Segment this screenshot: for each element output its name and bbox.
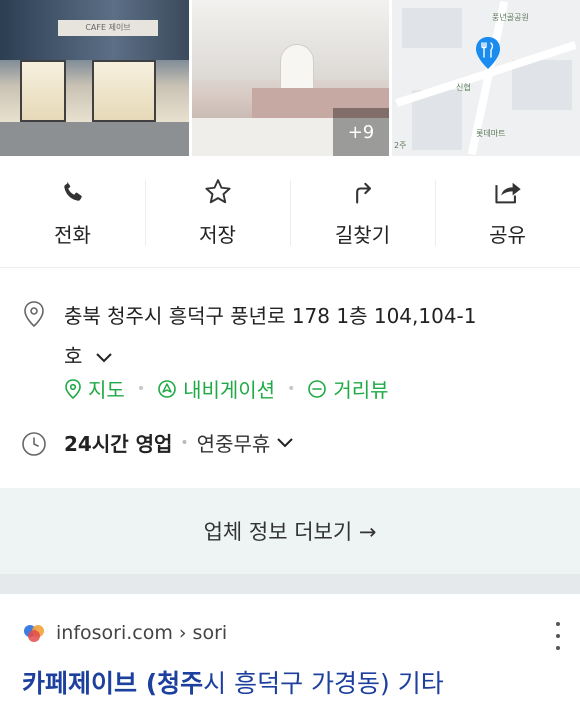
hours-sub: 연중무휴 <box>196 432 271 456</box>
clock-icon <box>22 432 46 456</box>
address-line1: 충북 청주시 흥덕구 풍년로 178 1층 104,104-1 <box>64 304 477 328</box>
address[interactable]: 충북 청주시 흥덕구 풍년로 178 1층 104,104-1 호 <box>64 296 554 376</box>
result-site[interactable]: infosori.com › sori <box>22 622 227 644</box>
result-title-link[interactable]: 카페제이브 (청주시 흥덕구 가경동) 기타 <box>22 664 444 700</box>
directions-icon <box>348 177 378 207</box>
share-icon <box>493 177 523 207</box>
cafe-exterior-photo[interactable]: CAFE 제이브 <box>0 0 189 156</box>
map-block <box>512 60 572 110</box>
place-info: 충북 청주시 흥덕구 풍년로 178 1층 104,104-1 호 지도 • 내… <box>0 270 580 488</box>
result-title-rest: 시 흥덕구 가경동) 기타 <box>203 669 444 698</box>
map-pin-icon <box>65 378 81 399</box>
save-label: 저장 <box>199 223 236 247</box>
chevron-down-icon <box>277 437 293 447</box>
map-park-label: 풍년골공원 <box>492 13 529 22</box>
call-label: 전화 <box>54 223 91 247</box>
location-pin-icon <box>24 301 44 328</box>
storefront-door <box>92 60 156 122</box>
directions-button[interactable]: 길찾기 <box>290 158 435 267</box>
cafe-sign: CAFE 제이브 <box>58 20 158 36</box>
navigation-link[interactable]: 내비게이션 <box>157 374 275 403</box>
navigation-link-label: 내비게이션 <box>183 378 276 402</box>
separator-dot: • <box>136 380 146 397</box>
interior-arch <box>280 44 314 94</box>
map-link-label: 지도 <box>88 378 125 402</box>
hours-main: 24시간 영업 <box>64 432 173 456</box>
phone-icon <box>58 177 88 207</box>
map-corner-label: 2주 <box>394 141 407 150</box>
street-view-link-label: 거리뷰 <box>333 378 389 402</box>
more-options-icon[interactable] <box>553 622 563 650</box>
address-line2: 호 <box>64 344 83 368</box>
street-view-link[interactable]: 거리뷰 <box>307 374 389 403</box>
action-bar: 전화 저장 길찾기 공유 <box>0 158 580 268</box>
map-block <box>402 8 462 48</box>
save-button[interactable]: 저장 <box>145 158 290 267</box>
cafe-interior-photo[interactable]: +9 <box>192 0 389 156</box>
more-photos-badge[interactable]: +9 <box>333 108 389 156</box>
map-thumbnail[interactable]: 풍년골공원 신협 롯데마트 2주 <box>392 0 580 156</box>
search-result: infosori.com › sori 카페제이브 (청주시 흥덕구 가경동) … <box>0 594 580 712</box>
navigation-icon <box>158 379 176 398</box>
map-pin-icon <box>476 37 500 69</box>
more-info-button[interactable]: 업체 정보 더보기 → <box>0 488 580 574</box>
site-favicon-icon <box>24 625 44 642</box>
separator-dot: • <box>180 434 189 451</box>
storefront-window <box>20 60 66 122</box>
map-station-label: 신협 <box>456 83 471 92</box>
street-view-icon <box>308 379 327 398</box>
sidewalk <box>0 122 189 156</box>
chevron-down-icon[interactable] <box>95 352 113 364</box>
business-hours[interactable]: 24시간 영업 • 연중무휴 <box>64 428 294 457</box>
result-title-bold: 카페제이브 (청주 <box>22 669 204 698</box>
star-icon <box>203 177 233 207</box>
map-mart-label: 롯데마트 <box>476 129 506 138</box>
share-button[interactable]: 공유 <box>435 158 580 267</box>
map-link[interactable]: 지도 <box>64 374 125 403</box>
map-links: 지도 • 내비게이션 • 거리뷰 <box>64 374 389 403</box>
section-divider <box>0 574 580 594</box>
share-label: 공유 <box>489 223 526 247</box>
site-url: infosori.com › sori <box>56 622 228 644</box>
directions-label: 길찾기 <box>334 223 391 247</box>
photo-strip: CAFE 제이브 +9 풍년골공원 신협 롯데마트 2주 <box>0 0 580 156</box>
separator-dot: • <box>287 380 296 397</box>
call-button[interactable]: 전화 <box>0 158 145 267</box>
